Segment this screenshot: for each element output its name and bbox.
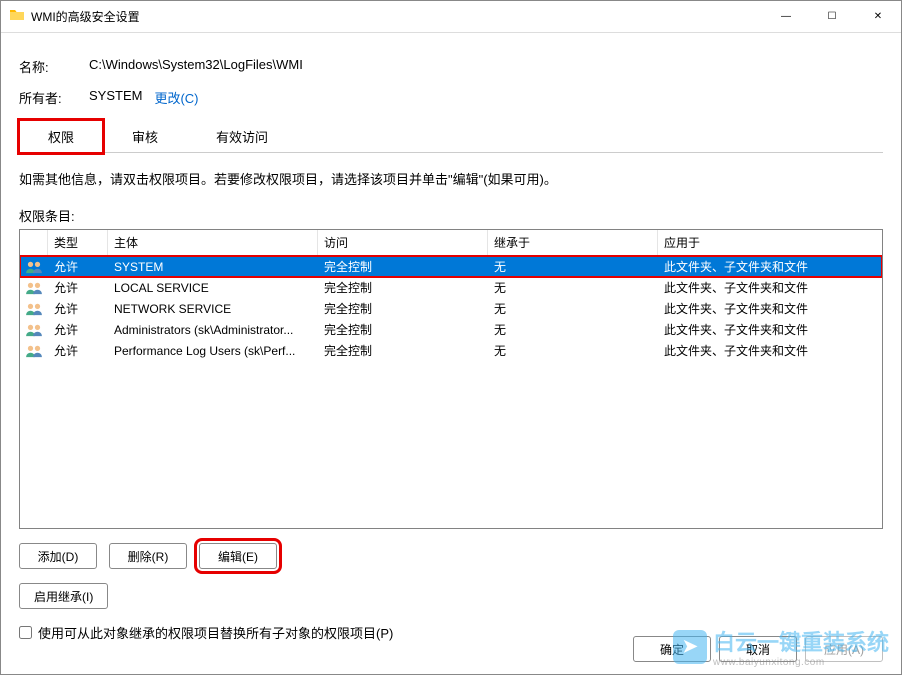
col-inherited[interactable]: 继承于 bbox=[488, 230, 658, 255]
minimize-button[interactable]: — bbox=[763, 1, 809, 32]
instruction-text: 如需其他信息，请双击权限项目。若要修改权限项目，请选择该项目并单击"编辑"(如果… bbox=[19, 169, 883, 188]
table-row[interactable]: 允许NETWORK SERVICE完全控制无此文件夹、子文件夹和文件 bbox=[20, 298, 882, 319]
cell-type: 允许 bbox=[48, 256, 108, 277]
cell-access: 完全控制 bbox=[318, 340, 488, 361]
apply-button[interactable]: 应用(A) bbox=[805, 636, 883, 662]
table-row[interactable]: 允许Administrators (sk\Administrator...完全控… bbox=[20, 319, 882, 340]
col-icon[interactable] bbox=[20, 230, 48, 255]
name-value: C:\Windows\System32\LogFiles\WMI bbox=[89, 57, 303, 76]
maximize-button[interactable]: ☐ bbox=[809, 1, 855, 32]
name-label: 名称: bbox=[19, 57, 89, 76]
col-applies[interactable]: 应用于 bbox=[658, 230, 882, 255]
title-bar: WMI的高级安全设置 — ☐ ✕ bbox=[1, 1, 901, 33]
cell-inherited: 无 bbox=[488, 319, 658, 340]
table-header: 类型 主体 访问 继承于 应用于 bbox=[20, 230, 882, 256]
cell-access: 完全控制 bbox=[318, 256, 488, 277]
cell-applies: 此文件夹、子文件夹和文件 bbox=[658, 256, 882, 277]
cell-inherited: 无 bbox=[488, 340, 658, 361]
cell-type: 允许 bbox=[48, 340, 108, 361]
change-owner-link[interactable]: 更改(C) bbox=[154, 88, 198, 107]
permission-entries-label: 权限条目: bbox=[19, 206, 883, 225]
cell-principal: SYSTEM bbox=[108, 258, 318, 276]
replace-child-permissions-checkbox[interactable] bbox=[19, 626, 32, 639]
tab-permissions[interactable]: 权限 bbox=[19, 120, 103, 153]
permission-table: 类型 主体 访问 继承于 应用于 允许SYSTEM完全控制无此文件夹、子文件夹和… bbox=[19, 229, 883, 529]
cancel-button[interactable]: 取消 bbox=[719, 636, 797, 662]
tab-auditing[interactable]: 审核 bbox=[103, 120, 187, 153]
owner-label: 所有者: bbox=[19, 88, 89, 107]
users-icon bbox=[20, 260, 48, 274]
cell-principal: NETWORK SERVICE bbox=[108, 300, 318, 318]
col-type[interactable]: 类型 bbox=[48, 230, 108, 255]
col-access[interactable]: 访问 bbox=[318, 230, 488, 255]
table-row[interactable]: 允许LOCAL SERVICE完全控制无此文件夹、子文件夹和文件 bbox=[20, 277, 882, 298]
users-icon bbox=[20, 302, 48, 316]
enable-inheritance-button[interactable]: 启用继承(I) bbox=[19, 583, 108, 609]
table-body: 允许SYSTEM完全控制无此文件夹、子文件夹和文件 允许LOCAL SERVIC… bbox=[20, 256, 882, 361]
ok-button[interactable]: 确定 bbox=[633, 636, 711, 662]
users-icon bbox=[20, 323, 48, 337]
cell-inherited: 无 bbox=[488, 298, 658, 319]
owner-value: SYSTEM bbox=[89, 88, 142, 107]
cell-inherited: 无 bbox=[488, 256, 658, 277]
cell-principal: Administrators (sk\Administrator... bbox=[108, 321, 318, 339]
cell-access: 完全控制 bbox=[318, 319, 488, 340]
close-button[interactable]: ✕ bbox=[855, 1, 901, 32]
cell-inherited: 无 bbox=[488, 277, 658, 298]
cell-applies: 此文件夹、子文件夹和文件 bbox=[658, 277, 882, 298]
cell-principal: Performance Log Users (sk\Perf... bbox=[108, 342, 318, 360]
cell-principal: LOCAL SERVICE bbox=[108, 279, 318, 297]
cell-applies: 此文件夹、子文件夹和文件 bbox=[658, 298, 882, 319]
users-icon bbox=[20, 281, 48, 295]
cell-access: 完全控制 bbox=[318, 277, 488, 298]
add-button[interactable]: 添加(D) bbox=[19, 543, 97, 569]
tab-effective-access[interactable]: 有效访问 bbox=[187, 120, 297, 153]
remove-button[interactable]: 删除(R) bbox=[109, 543, 187, 569]
cell-type: 允许 bbox=[48, 319, 108, 340]
cell-applies: 此文件夹、子文件夹和文件 bbox=[658, 340, 882, 361]
cell-access: 完全控制 bbox=[318, 298, 488, 319]
table-row[interactable]: 允许Performance Log Users (sk\Perf...完全控制无… bbox=[20, 340, 882, 361]
cell-type: 允许 bbox=[48, 298, 108, 319]
table-row[interactable]: 允许SYSTEM完全控制无此文件夹、子文件夹和文件 bbox=[20, 256, 882, 277]
window-title: WMI的高级安全设置 bbox=[31, 8, 763, 25]
users-icon bbox=[20, 344, 48, 358]
col-principal[interactable]: 主体 bbox=[108, 230, 318, 255]
folder-icon bbox=[9, 7, 25, 26]
replace-child-permissions-label: 使用可从此对象继承的权限项目替换所有子对象的权限项目(P) bbox=[38, 623, 393, 642]
cell-applies: 此文件夹、子文件夹和文件 bbox=[658, 319, 882, 340]
edit-button[interactable]: 编辑(E) bbox=[199, 543, 277, 569]
cell-type: 允许 bbox=[48, 277, 108, 298]
tab-bar: 权限 审核 有效访问 bbox=[19, 119, 883, 153]
